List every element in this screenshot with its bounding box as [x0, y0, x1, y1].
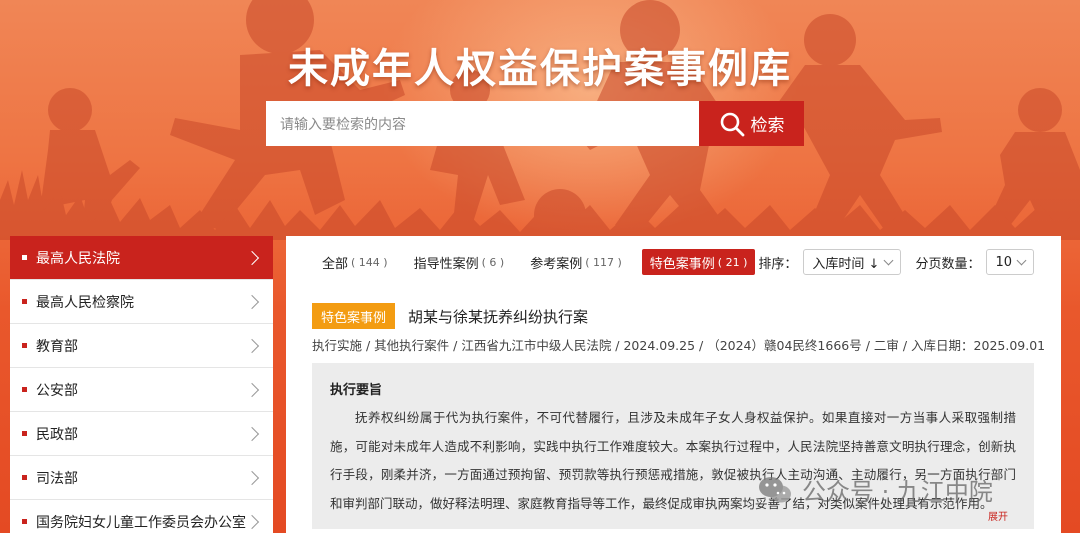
case-meta: 执行实施 / 其他执行案件 / 江西省九江市中级人民法院 / 2024.09.2…	[312, 338, 1046, 353]
sidebar-item-label: 教育部	[36, 338, 78, 355]
chevron-down-icon	[1016, 255, 1027, 265]
tab-count: ( 21 )	[717, 255, 748, 269]
page-size-label: 分页数量：	[915, 256, 981, 272]
sidebar: 最高人民法院 最高人民检察院 教育部 公安部 民政部 司法部 国务院妇女儿童工作…	[10, 236, 273, 533]
sidebar-item-women-children-committee[interactable]: 国务院妇女儿童工作委员会办公室	[10, 500, 273, 533]
sidebar-item-supreme-court[interactable]: 最高人民法院	[10, 236, 273, 280]
search-button[interactable]: 检索	[699, 101, 804, 146]
tab-count: ( 144 )	[351, 255, 388, 269]
case-type-badge: 特色案事例	[312, 303, 396, 329]
sidebar-item-civil-affairs[interactable]: 民政部	[10, 412, 273, 456]
tab-label: 特色案事例	[649, 256, 715, 272]
sort-value: 入库时间 ↓	[812, 256, 880, 272]
tab-label: 参考案例	[530, 256, 583, 272]
wechat-watermark: 公众号 · 九江中院	[758, 472, 993, 507]
sidebar-item-label: 最高人民法院	[36, 250, 120, 267]
chevron-right-icon	[244, 470, 260, 485]
bullet-icon	[22, 299, 27, 304]
tab-reference-cases[interactable]: 参考案例 ( 117 )	[524, 249, 628, 275]
chevron-right-icon	[244, 514, 260, 529]
tab-label: 指导性案例	[413, 256, 479, 272]
chevron-right-icon	[244, 382, 260, 397]
sidebar-item-justice[interactable]: 司法部	[10, 456, 273, 500]
sort-select[interactable]: 入库时间 ↓	[803, 249, 902, 275]
chevron-down-icon	[883, 255, 894, 265]
expand-link[interactable]: 展开	[988, 508, 1008, 523]
sidebar-item-public-security[interactable]: 公安部	[10, 368, 273, 412]
chevron-right-icon	[244, 338, 260, 353]
page-size-select[interactable]: 10	[986, 249, 1034, 275]
sidebar-item-label: 最高人民检察院	[36, 294, 134, 311]
sidebar-item-label: 民政部	[36, 426, 78, 443]
sort-label: 排序：	[758, 256, 798, 272]
chevron-right-icon	[244, 250, 260, 265]
bullet-icon	[22, 343, 27, 348]
tab-count: ( 117 )	[585, 255, 622, 269]
tab-count: ( 6 )	[481, 255, 505, 269]
watermark-text: 公众号 · 九江中院	[802, 478, 993, 506]
sidebar-item-procuratorate[interactable]: 最高人民检察院	[10, 280, 273, 324]
bullet-icon	[22, 475, 27, 480]
sidebar-item-label: 司法部	[36, 470, 78, 487]
bullet-icon	[22, 255, 27, 260]
category-tabs: 全部 ( 144 ) 指导性案例 ( 6 ) 参考案例 ( 117 ) 特色案事…	[316, 249, 769, 275]
bullet-icon	[22, 519, 27, 524]
wechat-icon	[759, 476, 791, 502]
sidebar-item-label: 国务院妇女儿童工作委员会办公室	[36, 514, 246, 531]
search-icon	[720, 112, 744, 136]
search-button-label: 检索	[750, 116, 785, 135]
search-input[interactable]	[266, 101, 699, 146]
tab-all[interactable]: 全部 ( 144 )	[316, 249, 394, 275]
summary-title: 执行要旨	[330, 383, 383, 398]
bullet-icon	[22, 431, 27, 436]
case-title-link[interactable]: 胡某与徐某抚养纠纷执行案	[408, 306, 588, 327]
sidebar-item-education[interactable]: 教育部	[10, 324, 273, 368]
tab-label: 全部	[322, 256, 349, 272]
page-title: 未成年人权益保护案事例库	[288, 45, 792, 92]
case-header: 特色案事例 胡某与徐某抚养纠纷执行案	[312, 303, 588, 329]
tab-featured-cases[interactable]: 特色案事例 ( 21 )	[641, 249, 756, 275]
page-size-value: 10	[995, 254, 1012, 270]
chevron-right-icon	[244, 426, 260, 441]
sort-controls: 排序： 入库时间 ↓ 分页数量： 10	[758, 249, 1034, 275]
chevron-right-icon	[244, 294, 260, 309]
sidebar-item-label: 公安部	[36, 382, 78, 399]
bullet-icon	[22, 387, 27, 392]
tab-guiding-cases[interactable]: 指导性案例 ( 6 )	[408, 249, 511, 275]
